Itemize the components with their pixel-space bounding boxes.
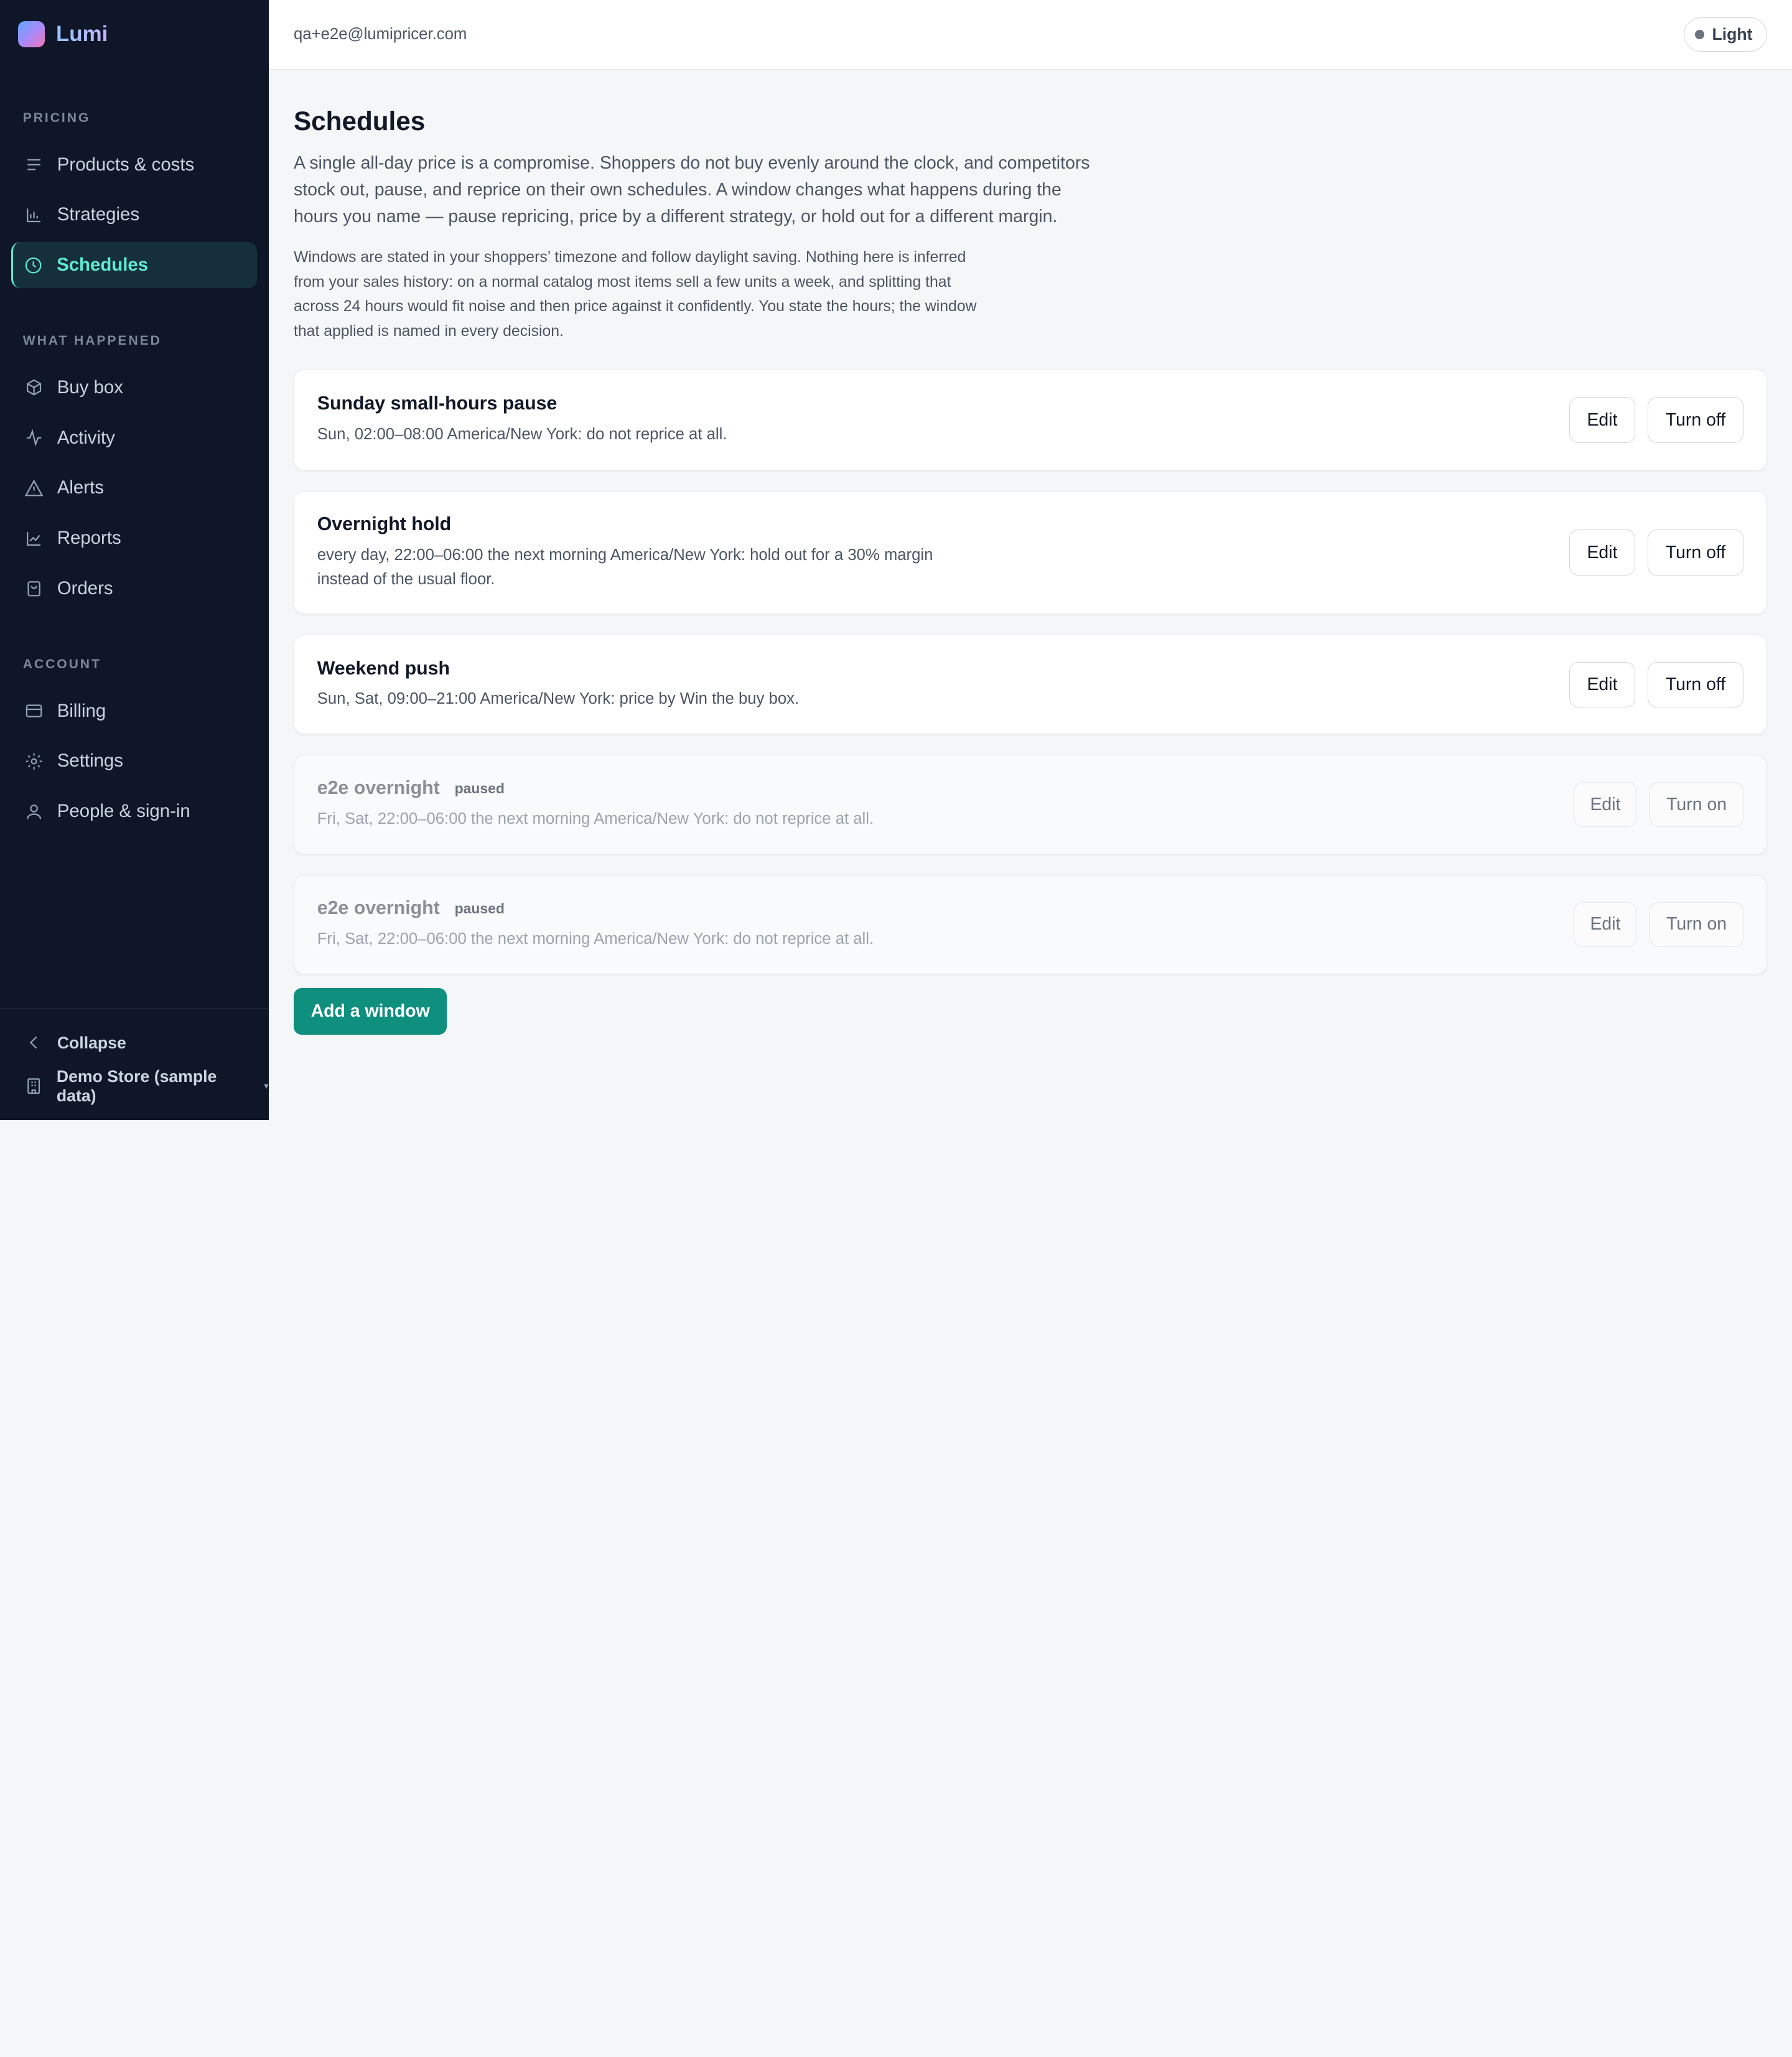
sidebar-item-activity[interactable]: Activity xyxy=(11,415,257,460)
app-name: Lumi xyxy=(55,22,108,47)
sidebar: Lumi PRICING Products & costs Strategies… xyxy=(0,0,269,1120)
edit-button[interactable]: Edit xyxy=(1573,782,1638,827)
window-actions: Edit Turn off xyxy=(1569,397,1743,443)
logo-icon xyxy=(18,21,45,48)
window-description: every day, 22:00–06:00 the next morning … xyxy=(317,546,933,588)
turn-on-button[interactable]: Turn on xyxy=(1650,782,1743,827)
building-icon xyxy=(27,1078,40,1094)
add-window-button[interactable]: Add a window xyxy=(294,987,447,1035)
edit-button[interactable]: Edit xyxy=(1569,529,1636,576)
brand[interactable]: Lumi xyxy=(0,0,269,68)
sidebar-item-label: Alerts xyxy=(57,477,104,498)
edit-button[interactable]: Edit xyxy=(1569,661,1636,708)
store-switcher[interactable]: Demo Store (sample data) ▾ xyxy=(0,1065,269,1108)
window-actions: Edit Turn on xyxy=(1573,782,1743,827)
app-shell: Lumi PRICING Products & costs Strategies… xyxy=(0,0,1792,1120)
sidebar-item-orders[interactable]: Orders xyxy=(11,566,257,611)
sidebar-item-label: Activity xyxy=(57,427,115,448)
sidebar-item-billing[interactable]: Billing xyxy=(11,688,257,734)
window-description: Sun, 02:00–08:00 America/New York: do no… xyxy=(317,426,727,444)
turn-off-button[interactable]: Turn off xyxy=(1648,661,1743,708)
sidebar-item-reports[interactable]: Reports xyxy=(11,515,257,561)
sidebar-item-label: Strategies xyxy=(57,204,140,225)
status-badge: paused xyxy=(454,780,505,796)
sidebar-item-label: Products & costs xyxy=(57,154,195,175)
warning-icon xyxy=(24,479,44,497)
window-title: Overnight hold xyxy=(317,514,980,535)
box-icon xyxy=(26,379,41,396)
window-title: e2e overnight paused xyxy=(317,898,980,919)
user-email: qa+e2e@lumipricer.com xyxy=(294,26,467,44)
window-actions: Edit Turn on xyxy=(1573,902,1743,947)
collapse-button[interactable]: Collapse xyxy=(0,1021,269,1065)
content: Schedules A single all-day price is a co… xyxy=(269,70,1792,1035)
sidebar-item-label: People & sign-in xyxy=(57,801,190,822)
sidebar-item-settings[interactable]: Settings xyxy=(11,739,257,784)
section-label-pricing: PRICING xyxy=(22,111,91,126)
window-description: Sun, Sat, 09:00–21:00 America/New York: … xyxy=(317,690,800,708)
theme-label: Light xyxy=(1712,25,1753,44)
sidebar-item-label: Reports xyxy=(57,528,121,549)
window-actions: Edit Turn off xyxy=(1569,529,1743,576)
collapse-label: Collapse xyxy=(57,1033,126,1052)
window-actions: Edit Turn off xyxy=(1569,661,1743,708)
window-card: Weekend push Sun, Sat, 09:00–21:00 Ameri… xyxy=(294,635,1767,735)
caret-down-icon: ▾ xyxy=(264,1081,269,1092)
chevron-left-icon xyxy=(29,1037,37,1049)
window-title: e2e overnight paused xyxy=(317,778,980,799)
sidebar-item-people-sign-in[interactable]: People & sign-in xyxy=(11,788,257,834)
sidebar-item-alerts[interactable]: Alerts xyxy=(11,465,257,511)
window-description: Fri, Sat, 22:00–06:00 the next morning A… xyxy=(317,810,874,828)
card-icon xyxy=(26,704,42,717)
bar-chart-icon xyxy=(26,208,40,222)
window-title-text: Sunday small-hours pause xyxy=(317,393,558,414)
sidebar-item-label: Buy box xyxy=(57,376,123,398)
turn-off-button[interactable]: Turn off xyxy=(1648,529,1743,576)
page-note: Windows are stated in your shoppers’ tim… xyxy=(294,249,977,340)
window-title: Sunday small-hours pause xyxy=(317,393,980,414)
window-title-text: Overnight hold xyxy=(317,514,452,535)
window-title-text: e2e overnight xyxy=(317,898,440,919)
sidebar-item-label: Billing xyxy=(57,700,106,721)
theme-toggle[interactable]: Light xyxy=(1684,17,1767,52)
sidebar-item-buy-box[interactable]: Buy box xyxy=(11,365,257,410)
list-icon xyxy=(27,159,40,170)
window-card: e2e overnight paused Fri, Sat, 22:00–06:… xyxy=(294,875,1767,974)
window-title-text: e2e overnight xyxy=(317,778,440,799)
line-chart-icon xyxy=(26,531,40,546)
sidebar-item-label: Orders xyxy=(57,577,113,599)
sidebar-item-label: Settings xyxy=(57,750,123,772)
page-lead: A single all-day price is a compromise. … xyxy=(294,152,1090,227)
window-card: Overnight hold every day, 22:00–06:00 th… xyxy=(294,491,1767,615)
sidebar-footer: Collapse Demo Store (sample data) ▾ xyxy=(0,1007,269,1120)
page-title: Schedules xyxy=(294,106,426,136)
theme-dot-icon xyxy=(1694,30,1704,39)
window-title: Weekend push xyxy=(317,658,980,679)
gear-icon xyxy=(26,753,42,770)
store-label: Demo Store (sample data) xyxy=(56,1066,217,1105)
user-icon xyxy=(26,804,41,819)
edit-button[interactable]: Edit xyxy=(1573,902,1638,947)
turn-on-button[interactable]: Turn on xyxy=(1650,902,1743,947)
topbar: qa+e2e@lumipricer.com Light xyxy=(268,0,1792,70)
clock-icon xyxy=(25,257,42,273)
sidebar-item-products-costs[interactable]: Products & costs xyxy=(11,142,257,187)
turn-off-button[interactable]: Turn off xyxy=(1648,397,1743,443)
edit-button[interactable]: Edit xyxy=(1569,397,1636,443)
window-title-text: Weekend push xyxy=(317,658,450,679)
status-badge: paused xyxy=(454,900,505,917)
sidebar-item-schedules[interactable]: Schedules xyxy=(11,242,258,288)
section-label-account: ACCOUNT xyxy=(22,657,101,672)
activity-icon xyxy=(26,429,41,447)
window-description: Fri, Sat, 22:00–06:00 the next morning A… xyxy=(317,930,874,948)
bag-icon xyxy=(27,581,40,597)
window-card: e2e overnight paused Fri, Sat, 22:00–06:… xyxy=(294,755,1767,855)
window-card: Sunday small-hours pause Sun, 02:00–08:0… xyxy=(294,370,1767,470)
sidebar-item-label: Schedules xyxy=(57,254,149,276)
section-label-what-happened: WHAT HAPPENED xyxy=(22,334,162,348)
main: qa+e2e@lumipricer.com Light Schedules A … xyxy=(268,0,1792,1120)
sidebar-item-strategies[interactable]: Strategies xyxy=(11,192,257,238)
